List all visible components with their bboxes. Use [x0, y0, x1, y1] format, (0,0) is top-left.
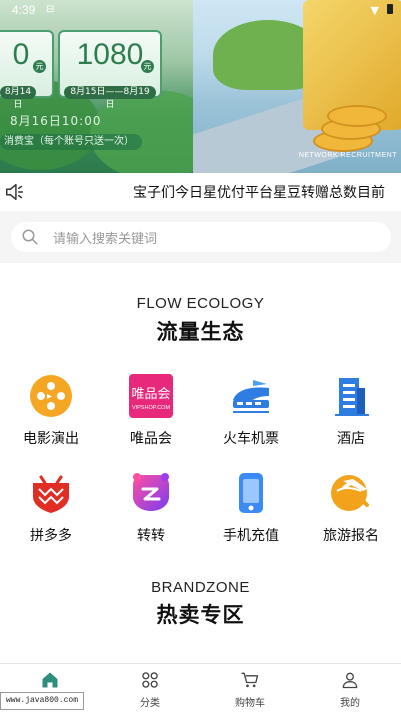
banner-time-text: 8月16日10:00	[10, 114, 102, 128]
user-icon	[342, 672, 358, 689]
grid-item-travel[interactable]: 旅游报名	[301, 471, 401, 551]
grid-item-pinduoduo[interactable]: 拼多多	[1, 471, 101, 551]
banner-note: 消费宝（每个账号只送一次）	[0, 134, 142, 150]
grid-item-hotel[interactable]: 酒店	[301, 374, 401, 454]
notice-text: 宝子们今日星优付平台星豆转赠总数目前	[133, 185, 385, 201]
battery-icon	[387, 4, 393, 14]
main-content: FLOW ECOLOGY 流量生态 电影演出 唯品会 VIPSHOP.COM 唯…	[0, 263, 401, 663]
yuan-badge: 元	[141, 60, 154, 73]
tab-mine[interactable]: 我的	[300, 664, 400, 713]
grid-item-phone-recharge[interactable]: 手机充值	[201, 471, 301, 551]
train-icon	[233, 380, 269, 413]
tab-cart[interactable]: 购物车	[200, 664, 300, 713]
tab-label: 购物车	[235, 698, 265, 709]
watermark: www.java800.com	[0, 692, 85, 710]
yuan-badge: 元	[33, 60, 46, 73]
travel-icon	[331, 475, 369, 511]
flow-section-title-en: FLOW ECOLOGY	[136, 295, 265, 312]
grid-item-label: 火车机票	[223, 431, 279, 447]
grid-item-label: 转转	[137, 528, 165, 544]
wifi-icon: ▼	[370, 4, 379, 17]
banner-slide-promo[interactable]: 0 元 1080 元 8月14日 8月15日——8月19日 8月16日10:00…	[0, 0, 193, 173]
flow-section-title-cn: 流量生态	[156, 320, 245, 344]
category-icon	[142, 672, 158, 688]
vipshop-icon: 唯品会 VIPSHOP.COM	[129, 374, 173, 418]
grid-item-label: 唯品会	[130, 431, 172, 447]
sim-icon: ⊟	[46, 4, 55, 15]
grid-item-zhuanzhuan[interactable]: 转转	[101, 471, 201, 551]
banner-carousel[interactable]: 0 元 1080 元 8月14日 8月15日——8月19日 8月16日10:00…	[0, 0, 401, 173]
grid-item-label: 旅游报名	[323, 528, 379, 544]
grid-item-label: 酒店	[337, 431, 365, 447]
banner-caption: NETWORK RECRUITMENT	[298, 152, 397, 159]
grid-item-train[interactable]: 火车机票	[201, 374, 301, 454]
tab-category[interactable]: 分类	[100, 664, 200, 713]
grid-item-label: 电影演出	[23, 431, 79, 447]
zhuanzhuan-icon	[133, 473, 169, 511]
tab-label: 分类	[140, 698, 160, 709]
phone-recharge-icon	[239, 473, 263, 513]
grid-item-label: 手机充值	[223, 528, 279, 544]
tab-label: 我的	[340, 698, 360, 709]
cart-icon	[241, 672, 259, 688]
search-input[interactable]: 请输入搜索关键词	[11, 222, 391, 252]
status-time: 4:39	[12, 3, 36, 17]
grid-item-label: 拼多多	[30, 528, 72, 544]
grid-item-vipshop[interactable]: 唯品会 VIPSHOP.COM 唯品会	[101, 374, 201, 454]
vipshop-logo-sub: VIPSHOP.COM	[132, 405, 171, 411]
film-icon	[30, 375, 72, 417]
vipshop-logo-text: 唯品会	[131, 387, 170, 402]
status-bar: 4:39 ⊟ ▼	[0, 0, 401, 22]
speaker-icon	[6, 183, 24, 201]
grid-item-movie[interactable]: 电影演出	[1, 374, 101, 454]
coupon-date: 8月15日——8月19日	[64, 86, 156, 110]
home-icon	[42, 672, 58, 688]
search-placeholder: 请输入搜索关键词	[53, 232, 158, 247]
coupon-date: 8月14日	[0, 86, 36, 110]
brand-section-title-en: BRANDZONE	[151, 579, 250, 596]
hotel-icon	[335, 378, 369, 416]
search-bar: 请输入搜索关键词	[0, 211, 401, 263]
search-icon	[22, 229, 38, 245]
banner-slide-illustration[interactable]: NETWORK RECRUITMENT	[193, 0, 401, 173]
pinduoduo-icon	[33, 475, 69, 513]
brand-section-title-cn: 热卖专区	[156, 603, 245, 627]
coin-decoration	[327, 105, 387, 127]
notice-bar[interactable]: 宝子们今日星优付平台星豆转赠总数目前	[0, 173, 401, 211]
